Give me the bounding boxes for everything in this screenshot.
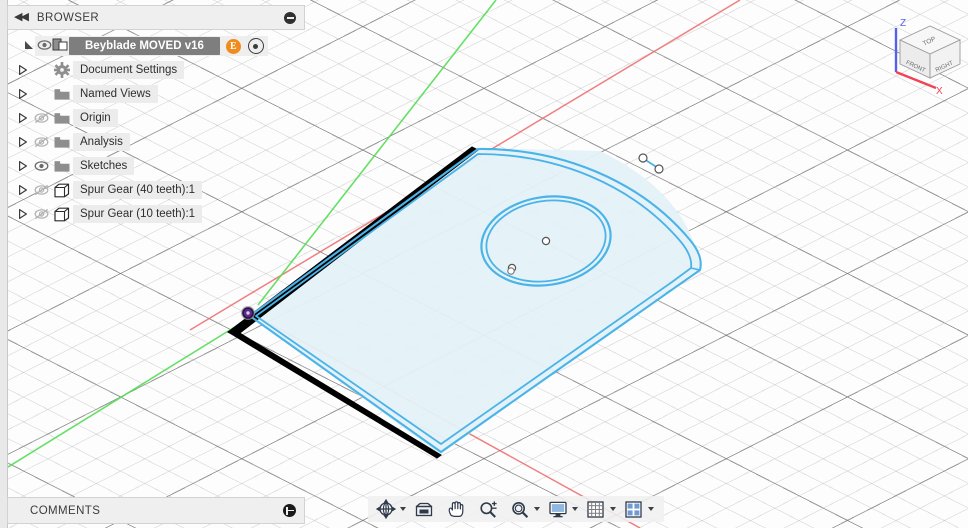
browser-tree: Beyblade MOVED v16 E Document Settings Na… [7, 34, 305, 226]
tree-item-label[interactable]: Spur Gear (10 teeth):1 [73, 205, 203, 223]
browser-title: BROWSER [36, 11, 100, 24]
tree-row[interactable]: Origin [7, 106, 305, 130]
zoom-magnifier-icon[interactable] [475, 497, 501, 521]
browser-header: ◀◀ BROWSER [7, 5, 305, 30]
tree-row[interactable]: Spur Gear (10 teeth):1 [7, 202, 305, 226]
eye-hidden-icon[interactable] [31, 136, 51, 148]
orbit-icon[interactable] [373, 497, 399, 521]
eye-visible-icon[interactable] [31, 160, 51, 172]
fit-tool[interactable] [507, 496, 545, 522]
pan-hand-icon[interactable] [443, 497, 469, 521]
folder-icon [51, 87, 73, 101]
tree-row[interactable]: Spur Gear (40 teeth):1 [7, 178, 305, 202]
body-cube-icon [51, 183, 73, 198]
chevron-down-icon[interactable] [534, 507, 540, 511]
radio-target-icon[interactable] [247, 38, 264, 54]
display-monitor-icon[interactable] [545, 497, 571, 521]
look-at-tool[interactable] [411, 496, 443, 522]
component-document-icon [52, 37, 69, 55]
tree-item-label[interactable]: Origin [73, 109, 118, 127]
viewport-grid-icon[interactable] [621, 497, 647, 521]
chevron-down-icon[interactable] [400, 507, 406, 511]
collapsed-triangle-icon[interactable] [15, 88, 31, 100]
collapsed-triangle-icon[interactable] [15, 64, 31, 76]
collapsed-triangle-icon[interactable] [15, 160, 31, 172]
collapsed-triangle-icon[interactable] [15, 184, 31, 196]
viewport-layout-tool[interactable] [621, 496, 659, 522]
chevron-down-icon[interactable] [572, 507, 578, 511]
minimize-icon[interactable] [284, 11, 296, 24]
navigation-toolbar [368, 496, 664, 522]
collapsed-triangle-icon[interactable] [15, 112, 31, 124]
body-cube-icon [51, 207, 73, 222]
eye-hidden-icon[interactable] [31, 112, 51, 124]
collapsed-triangle-icon[interactable] [15, 208, 31, 220]
chevron-down-icon[interactable] [648, 507, 654, 511]
gear-icon [51, 62, 73, 78]
comments-title: COMMENTS [30, 504, 101, 517]
plus-circle-icon[interactable] [283, 504, 296, 517]
root-component-name[interactable]: Beyblade MOVED v16 [69, 37, 220, 55]
export-badge-icon[interactable]: E [225, 38, 241, 54]
browser-panel: ◀◀ BROWSER Beyblade MOVED v16 E Document… [7, 5, 305, 226]
tree-root-row[interactable]: Beyblade MOVED v16 E [7, 34, 305, 58]
tree-item-label[interactable]: Document Settings [73, 61, 185, 79]
folder-icon [51, 159, 73, 173]
tree-item-label[interactable]: Sketches [73, 157, 135, 175]
fusion-app-window: Z X TOP FRONT RIGHT ◀◀ BROWSER Beyblade … [0, 0, 968, 528]
eye-hidden-icon[interactable] [31, 208, 51, 220]
tree-row[interactable]: Document Settings [7, 58, 305, 82]
tree-row[interactable]: Analysis [7, 130, 305, 154]
grid-snaps-tool[interactable] [583, 496, 621, 522]
comments-panel[interactable]: COMMENTS [7, 497, 305, 524]
eye-hidden-icon[interactable] [31, 184, 51, 196]
tree-items-container: Document Settings Named Views Origin Analys… [7, 58, 305, 226]
chevron-down-icon[interactable] [610, 507, 616, 511]
zoom-tool[interactable] [475, 496, 507, 522]
display-settings-tool[interactable] [545, 496, 583, 522]
folder-icon [51, 135, 73, 149]
tree-item-label[interactable]: Named Views [73, 85, 158, 103]
tree-item-label[interactable]: Spur Gear (40 teeth):1 [73, 181, 203, 199]
look-at-icon[interactable] [411, 497, 437, 521]
root-visibility-eye-icon[interactable] [37, 39, 52, 54]
zoom-fit-icon[interactable] [507, 497, 533, 521]
double-chevron-left-icon[interactable]: ◀◀ [14, 12, 29, 23]
collapsed-triangle-icon[interactable] [15, 136, 31, 148]
tree-row[interactable]: Named Views [7, 82, 305, 106]
root-expander-icon[interactable] [23, 39, 35, 54]
pan-tool[interactable] [443, 496, 475, 522]
tree-item-label[interactable]: Analysis [73, 133, 130, 151]
grid-icon[interactable] [583, 497, 609, 521]
tree-row[interactable]: Sketches [7, 154, 305, 178]
orbit-tool[interactable] [373, 496, 411, 522]
folder-icon [51, 111, 73, 125]
